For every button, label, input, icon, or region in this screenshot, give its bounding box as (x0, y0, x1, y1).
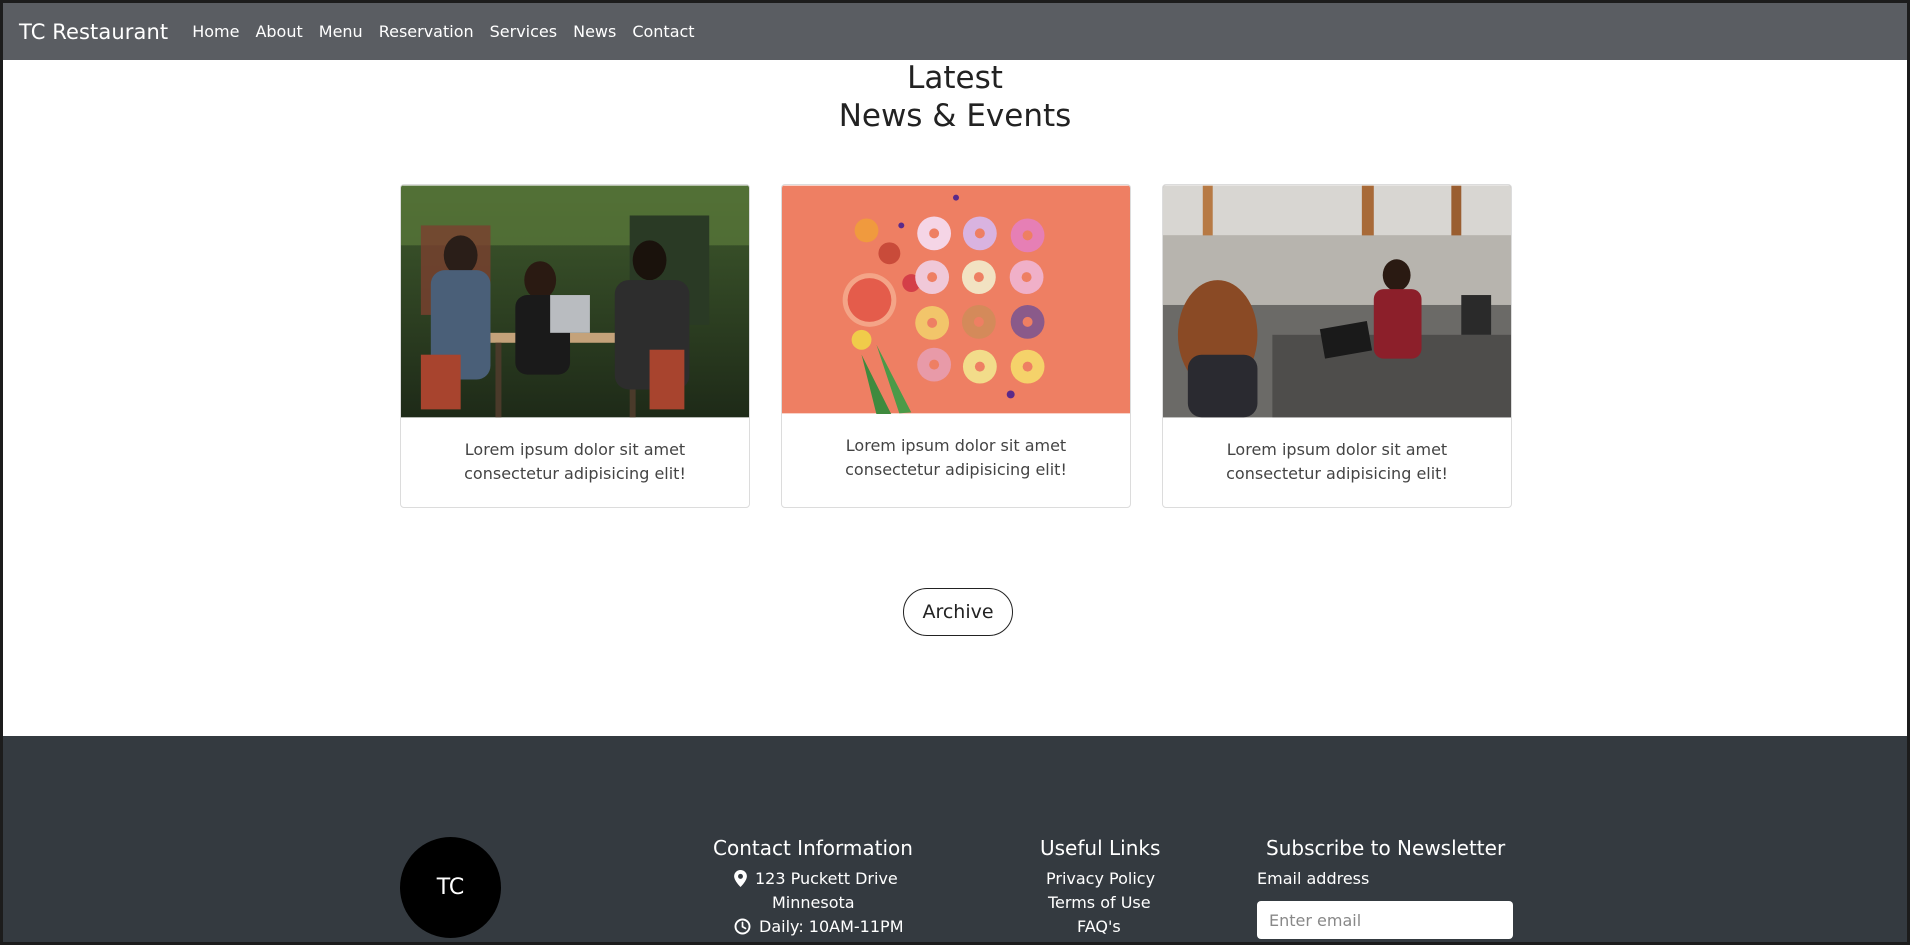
site-footer: TC Contact Information 123 Puckett Drive… (3, 736, 1907, 942)
useful-links-title: Useful Links (1040, 836, 1161, 860)
clock-icon (734, 918, 751, 935)
nav-about[interactable]: About (255, 22, 302, 41)
footer-logo: TC (400, 837, 501, 938)
address-street: 123 Puckett Drive (755, 869, 898, 888)
email-label: Email address (1257, 869, 1370, 888)
section-title-line2: News & Events (838, 98, 1072, 134)
top-navbar: TC Restaurant Home About Menu Reservatio… (3, 3, 1907, 60)
news-card-2-image (782, 185, 1130, 414)
news-card-3[interactable]: Lorem ipsum dolor sit amet consectetur a… (1162, 184, 1512, 508)
news-card-1-text: Lorem ipsum dolor sit amet consectetur a… (464, 440, 686, 483)
news-card-2-text: Lorem ipsum dolor sit amet consectetur a… (845, 436, 1067, 479)
nav-menu[interactable]: Menu (319, 22, 363, 41)
page-frame: TC Restaurant Home About Menu Reservatio… (0, 0, 1910, 945)
news-card-2[interactable]: Lorem ipsum dolor sit amet consectetur a… (781, 184, 1131, 508)
news-card-3-text: Lorem ipsum dolor sit amet consectetur a… (1226, 440, 1448, 483)
nav-home[interactable]: Home (192, 22, 239, 41)
nav-services[interactable]: Services (490, 22, 557, 41)
address-line-2: Minnesota (772, 893, 855, 912)
nav-reservation[interactable]: Reservation (379, 22, 474, 41)
news-card-3-image (1163, 185, 1511, 418)
location-pin-icon (734, 870, 747, 887)
faq-link[interactable]: FAQ's (1077, 917, 1121, 936)
terms-of-use-link[interactable]: Terms of Use (1048, 893, 1151, 912)
opening-hours: Daily: 10AM-11PM (759, 917, 904, 936)
contact-info-title: Contact Information (713, 836, 913, 860)
news-card-1-image (401, 185, 749, 418)
brand-logo-text[interactable]: TC Restaurant (19, 20, 168, 44)
hours-line: Daily: 10AM-11PM (734, 917, 904, 936)
nav-news[interactable]: News (573, 22, 616, 41)
section-title-line1: Latest (907, 60, 1003, 96)
newsletter-email-input[interactable] (1257, 901, 1513, 939)
archive-button[interactable]: Archive (903, 588, 1013, 636)
address-line-1: 123 Puckett Drive (734, 869, 898, 888)
privacy-policy-link[interactable]: Privacy Policy (1046, 869, 1155, 888)
nav-contact[interactable]: Contact (632, 22, 694, 41)
news-card-1[interactable]: Lorem ipsum dolor sit amet consectetur a… (400, 184, 750, 508)
newsletter-title: Subscribe to Newsletter (1266, 836, 1506, 860)
